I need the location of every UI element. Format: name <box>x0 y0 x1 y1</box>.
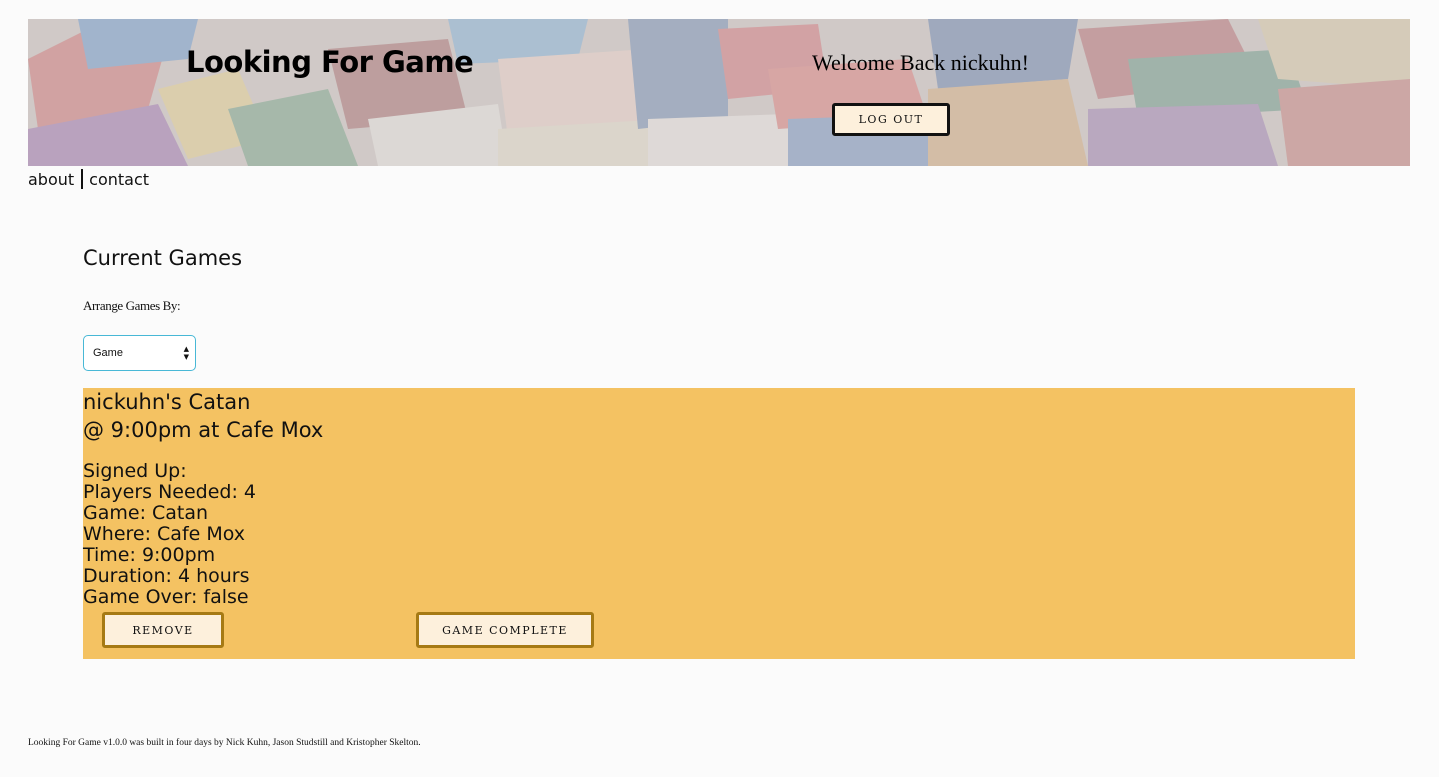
game-heading: nickuhn's Catan @ 9:00pm at Cafe Mox <box>83 388 323 444</box>
detail-time: Time: 9:00pm <box>83 544 216 566</box>
nav-link-contact[interactable]: contact <box>89 170 149 189</box>
nav-separator <box>81 169 84 189</box>
nav-link-about[interactable]: about <box>28 170 74 189</box>
logout-button[interactable]: LOG OUT <box>832 103 950 136</box>
page-title: Current Games <box>83 246 243 270</box>
banner-overlay <box>28 19 1410 166</box>
site-title: Looking For Game <box>186 45 474 79</box>
remove-button[interactable]: REMOVE <box>102 612 224 648</box>
arrange-label: Arrange Games By: <box>83 298 181 313</box>
arrange-games-select[interactable]: Game ▲ ▼ <box>83 335 196 371</box>
detail-signed-up: Signed Up: <box>83 460 187 482</box>
updown-arrows-icon: ▲ ▼ <box>183 345 189 361</box>
footer-credits: Looking For Game v1.0.0 was built in fou… <box>28 738 421 748</box>
header-banner: Looking For Game Welcome Back nickuhn! L… <box>28 19 1410 166</box>
detail-game: Game: Catan <box>83 502 209 524</box>
detail-duration: Duration: 4 hours <box>83 565 250 587</box>
game-card: nickuhn's Catan @ 9:00pm at Cafe Mox Sig… <box>83 388 1355 659</box>
game-complete-button[interactable]: GAME COMPLETE <box>416 612 594 648</box>
detail-players-needed: Players Needed: 4 <box>83 481 256 503</box>
nav-links: about contact <box>28 169 149 189</box>
welcome-message: Welcome Back nickuhn! <box>812 50 1029 75</box>
game-subtitle: @ 9:00pm at Cafe Mox <box>83 418 324 442</box>
game-title: nickuhn's Catan <box>83 390 251 414</box>
detail-game-over: Game Over: false <box>83 586 249 608</box>
detail-where: Where: Cafe Mox <box>83 523 246 545</box>
select-value: Game <box>93 347 123 359</box>
game-details: Signed Up: Players Needed: 4 Game: Catan… <box>83 461 256 608</box>
